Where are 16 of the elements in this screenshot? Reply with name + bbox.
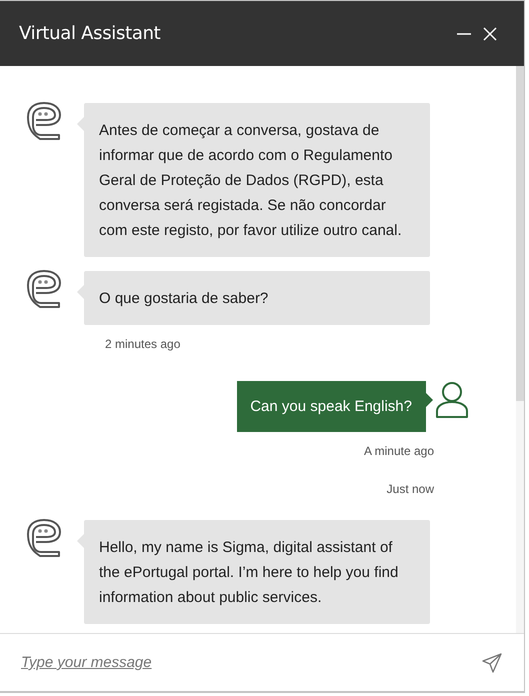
timestamp: Just now	[386, 482, 434, 496]
timestamp: 2 minutes ago	[105, 337, 180, 351]
timestamp: A minute ago	[364, 444, 434, 458]
robot-avatar-icon	[26, 518, 62, 560]
user-icon	[435, 381, 469, 419]
message-input[interactable]: Type your message	[21, 654, 462, 671]
message-text: O que gostaria de saber?	[98, 289, 270, 309]
message-text: Hello, my name is Sigma, digital assistant of the ePortugal portal. I’m here to help you find information about public services.	[98, 538, 400, 608]
message-text: Antes de começar a conversa, gostava de informar que de acordo com o Regulamento Geral de Proteção de Dados (RGPD), esta conversa será registada. Se não concordar com este registo, por favor utilize outro canal.	[98, 121, 403, 241]
scrollbar[interactable]	[516, 66, 524, 633]
window-title: Virtual Assistant	[19, 23, 162, 44]
send-icon[interactable]	[482, 652, 502, 672]
robot-avatar-icon	[26, 269, 62, 311]
close-icon[interactable]	[482, 26, 498, 42]
robot-avatar-icon	[26, 101, 62, 143]
message-text: Can you speak English?	[249, 397, 413, 417]
